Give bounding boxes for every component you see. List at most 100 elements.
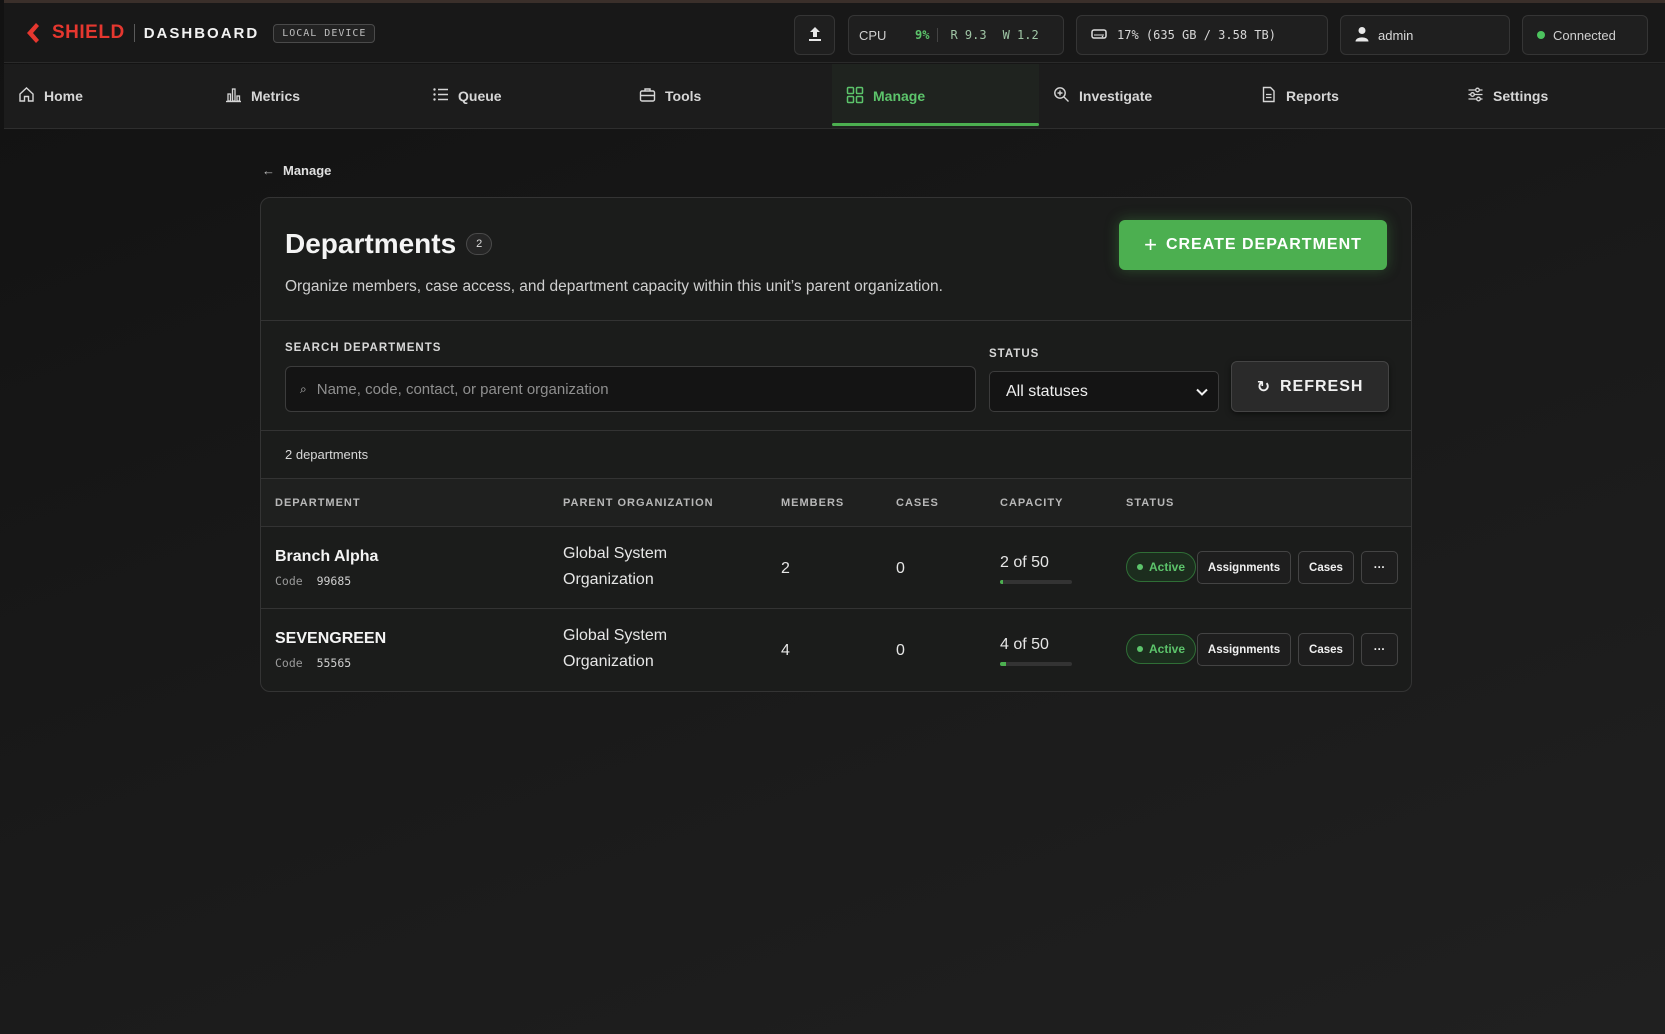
nav-settings[interactable]: Settings bbox=[1453, 64, 1660, 128]
upload-button[interactable] bbox=[794, 15, 835, 55]
status-select-value: All statuses bbox=[1006, 382, 1088, 400]
nav-tools[interactable]: Tools bbox=[625, 64, 832, 128]
connection-status[interactable]: Connected bbox=[1522, 15, 1648, 55]
search-label: SEARCH DEPARTMENTS bbox=[285, 342, 442, 354]
page-title: Departments bbox=[285, 228, 457, 259]
nav-investigate[interactable]: Investigate bbox=[1039, 64, 1246, 128]
column-header-status: STATUS bbox=[1126, 497, 1175, 509]
status-select[interactable]: All statuses bbox=[989, 371, 1219, 412]
capacity-bar-fill bbox=[1000, 580, 1003, 584]
table-header: DEPARTMENT PARENT ORGANIZATION MEMBERS C… bbox=[261, 478, 1411, 527]
sliders-icon bbox=[1467, 86, 1493, 106]
nav-home-label: Home bbox=[44, 88, 83, 104]
department-name[interactable]: Branch Alpha bbox=[275, 548, 378, 566]
nav-home[interactable]: Home bbox=[4, 64, 211, 128]
document-icon bbox=[1260, 86, 1286, 106]
disk-usage-text: 17% (635 GB / 3.58 TB) bbox=[1117, 28, 1276, 42]
department-code-label: Code bbox=[275, 656, 303, 670]
column-header-capacity: CAPACITY bbox=[1000, 497, 1064, 509]
department-code-value: 99685 bbox=[316, 574, 352, 588]
capacity-text: 4 of 50 bbox=[1000, 636, 1049, 653]
page-title-group: Departments 2 bbox=[285, 228, 493, 260]
search-field[interactable]: ⌕ bbox=[285, 366, 976, 412]
nav-manage-label: Manage bbox=[873, 88, 926, 104]
back-arrow-icon: ← bbox=[262, 163, 275, 178]
disk-write-rate: W 1.2 bbox=[1002, 28, 1039, 42]
cases-count: 0 bbox=[896, 560, 905, 577]
capacity-text: 2 of 50 bbox=[1000, 554, 1049, 571]
create-department-button[interactable]: + CREATE DEPARTMENT bbox=[1119, 220, 1387, 270]
nav-manage[interactable]: Manage bbox=[832, 64, 1039, 128]
refresh-button[interactable]: ↻ REFRESH bbox=[1231, 361, 1389, 412]
search-input[interactable] bbox=[316, 380, 937, 398]
department-code-value: 55565 bbox=[316, 656, 352, 670]
grid-icon bbox=[846, 86, 873, 107]
chevron-down-icon bbox=[1196, 383, 1208, 401]
refresh-icon: ↻ bbox=[1256, 378, 1271, 396]
create-department-label: CREATE DEPARTMENT bbox=[1165, 236, 1362, 253]
filters-bar: SEARCH DEPARTMENTS ⌕ STATUS All statuses… bbox=[261, 321, 1411, 431]
mode-badge: LOCAL DEVICE bbox=[273, 23, 376, 43]
nav-settings-label: Settings bbox=[1493, 88, 1549, 104]
cases-button[interactable]: Cases bbox=[1298, 633, 1354, 666]
bar-chart-icon bbox=[225, 86, 251, 106]
status-dot-icon bbox=[1137, 564, 1143, 570]
department-name[interactable]: SEVENGREEN bbox=[275, 630, 386, 648]
results-count: 2 departments bbox=[285, 447, 369, 462]
status-filter-label: STATUS bbox=[989, 348, 1040, 360]
nav-metrics[interactable]: Metrics bbox=[211, 64, 418, 128]
status-dot-icon bbox=[1137, 646, 1143, 652]
members-count: 2 bbox=[781, 560, 790, 577]
breadcrumb[interactable]: ← Manage bbox=[262, 163, 331, 178]
column-header-parent-organization: PARENT ORGANIZATION bbox=[563, 497, 714, 509]
nav-queue[interactable]: Queue bbox=[418, 64, 625, 128]
upload-icon bbox=[808, 26, 822, 45]
user-menu[interactable]: admin bbox=[1340, 15, 1510, 55]
status-badge: Active bbox=[1126, 634, 1197, 664]
refresh-label: REFRESH bbox=[1279, 377, 1364, 395]
search-icon: ⌕ bbox=[300, 381, 307, 396]
card-header: Departments 2 Organize members, case acc… bbox=[261, 198, 1411, 321]
department-cell: Branch Alpha Code 99685 bbox=[275, 548, 378, 588]
department-code-label: Code bbox=[275, 574, 303, 588]
disk-read-rate: R 9.3 bbox=[950, 28, 987, 42]
nav-investigate-label: Investigate bbox=[1079, 88, 1153, 104]
home-icon bbox=[18, 86, 44, 106]
app-frame: SHIELD DASHBOARD LOCAL DEVICE CPU 9% R 9… bbox=[4, 0, 1665, 1034]
cases-count: 0 bbox=[896, 642, 905, 659]
department-count-badge: 2 bbox=[466, 233, 493, 255]
connection-label: Connected bbox=[1553, 27, 1616, 43]
nav-metrics-label: Metrics bbox=[251, 88, 301, 104]
department-cell: SEVENGREEN Code 55565 bbox=[275, 630, 386, 670]
cases-button[interactable]: Cases bbox=[1298, 551, 1354, 584]
departments-card: Departments 2 Organize members, case acc… bbox=[260, 197, 1412, 692]
cpu-percent: 9% bbox=[915, 28, 930, 42]
capacity-cell: 4 of 50 bbox=[1000, 636, 1072, 666]
status-badge: Active bbox=[1126, 552, 1197, 582]
parent-organization: Global System Organization bbox=[563, 545, 668, 588]
department-code: Code 99685 bbox=[275, 574, 378, 588]
brand-divider bbox=[133, 24, 135, 42]
main-nav: Home Metrics Queue Tools Manage Investig… bbox=[4, 64, 1665, 129]
table-row[interactable]: Branch Alpha Code 99685 Global System Or… bbox=[261, 527, 1411, 609]
capacity-cell: 2 of 50 bbox=[1000, 554, 1072, 584]
nav-tools-label: Tools bbox=[665, 88, 702, 104]
assignments-button[interactable]: Assignments bbox=[1197, 633, 1291, 666]
status-label: Active bbox=[1149, 642, 1186, 656]
capacity-bar-fill bbox=[1000, 662, 1006, 666]
members-count: 4 bbox=[781, 642, 790, 659]
connection-dot-icon bbox=[1537, 31, 1545, 39]
disk-usage: 17% (635 GB / 3.58 TB) bbox=[1076, 15, 1328, 55]
nav-reports[interactable]: Reports bbox=[1246, 64, 1453, 128]
hard-drive-icon bbox=[1091, 28, 1117, 43]
assignments-button[interactable]: Assignments bbox=[1197, 551, 1291, 584]
table-row[interactable]: SEVENGREEN Code 55565 Global System Orga… bbox=[261, 609, 1411, 691]
brand-product: DASHBOARD bbox=[143, 24, 260, 42]
column-header-cases: CASES bbox=[896, 497, 939, 509]
brand[interactable]: SHIELD DASHBOARD LOCAL DEVICE bbox=[22, 20, 376, 46]
list-icon bbox=[432, 86, 458, 106]
toolbox-icon bbox=[639, 86, 665, 106]
column-header-department: DEPARTMENT bbox=[275, 497, 361, 509]
more-options-icon[interactable]: ··· bbox=[1361, 551, 1398, 584]
more-options-icon[interactable]: ··· bbox=[1361, 633, 1398, 666]
